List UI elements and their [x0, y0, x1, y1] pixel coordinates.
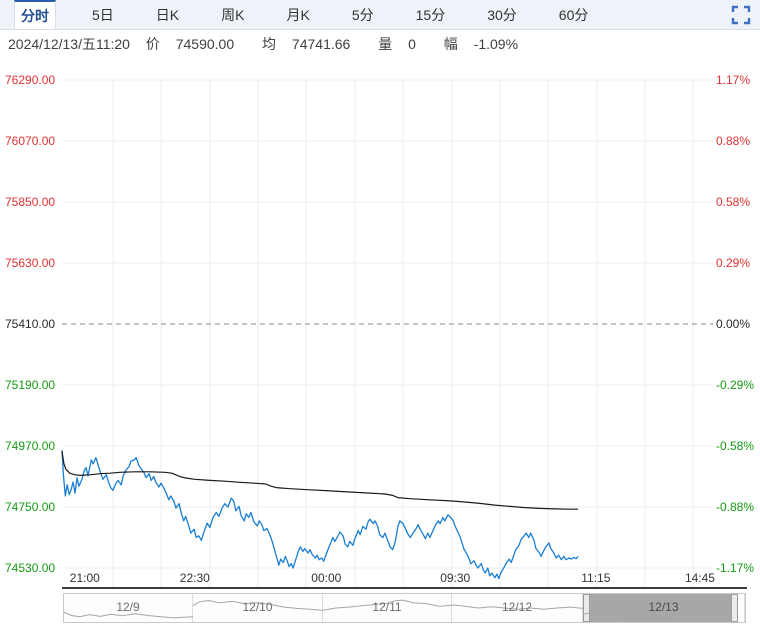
intraday-price-chart[interactable] — [0, 0, 760, 628]
navigator-section-12-13[interactable]: 12/13 — [583, 594, 745, 622]
time-axis-label: 09:30 — [440, 571, 471, 585]
time-axis-label: 14:45 — [684, 571, 715, 585]
percent-axis-label: -0.58% — [716, 439, 755, 453]
price-axis-label: 76290.00 — [5, 73, 56, 87]
navigator-date-label: 12/10 — [242, 600, 273, 614]
percent-axis-label: 0.88% — [716, 134, 751, 148]
time-axis-label: 00:00 — [311, 571, 342, 585]
percent-axis-label: -1.17% — [716, 561, 755, 575]
date-range-navigator[interactable]: 12/9 12/10 12/11 12/12 12/13 — [63, 593, 746, 623]
price-axis-label: 74970.00 — [5, 439, 56, 453]
price-axis-label: 75410.00 — [5, 317, 56, 331]
percent-axis-label: 0.58% — [716, 195, 751, 209]
price-axis-label: 76070.00 — [5, 134, 56, 148]
percent-axis-label: -0.29% — [716, 378, 755, 392]
percent-axis-label: 0.29% — [716, 256, 751, 270]
average-line — [61, 451, 579, 510]
percent-axis-label: -0.88% — [716, 500, 755, 514]
navigator-section-12-12[interactable]: 12/12 — [452, 594, 583, 622]
price-axis-label: 75190.00 — [5, 378, 56, 392]
navigator-section-12-11[interactable]: 12/11 — [323, 594, 452, 622]
navigator-date-label: 12/13 — [648, 600, 679, 614]
time-axis-label: 11:15 — [581, 571, 611, 585]
time-axis-label: 22:30 — [179, 571, 210, 585]
price-axis-label: 75630.00 — [5, 256, 56, 270]
price-axis-label: 74530.00 — [5, 561, 56, 575]
navigator-date-label: 12/9 — [116, 600, 140, 614]
time-axis-label: 21:00 — [69, 571, 100, 585]
price-axis-label: 75850.00 — [5, 195, 56, 209]
price-line — [61, 450, 579, 580]
navigator-date-label: 12/12 — [501, 600, 533, 614]
price-axis-label: 74750.00 — [5, 500, 56, 514]
navigator-date-label: 12/11 — [372, 600, 402, 614]
navigator-section-12-10[interactable]: 12/10 — [193, 594, 323, 622]
percent-axis-label: 0.00% — [716, 317, 751, 331]
percent-axis-label: 1.17% — [716, 73, 751, 87]
navigator-section-12-9[interactable]: 12/9 — [64, 594, 193, 622]
